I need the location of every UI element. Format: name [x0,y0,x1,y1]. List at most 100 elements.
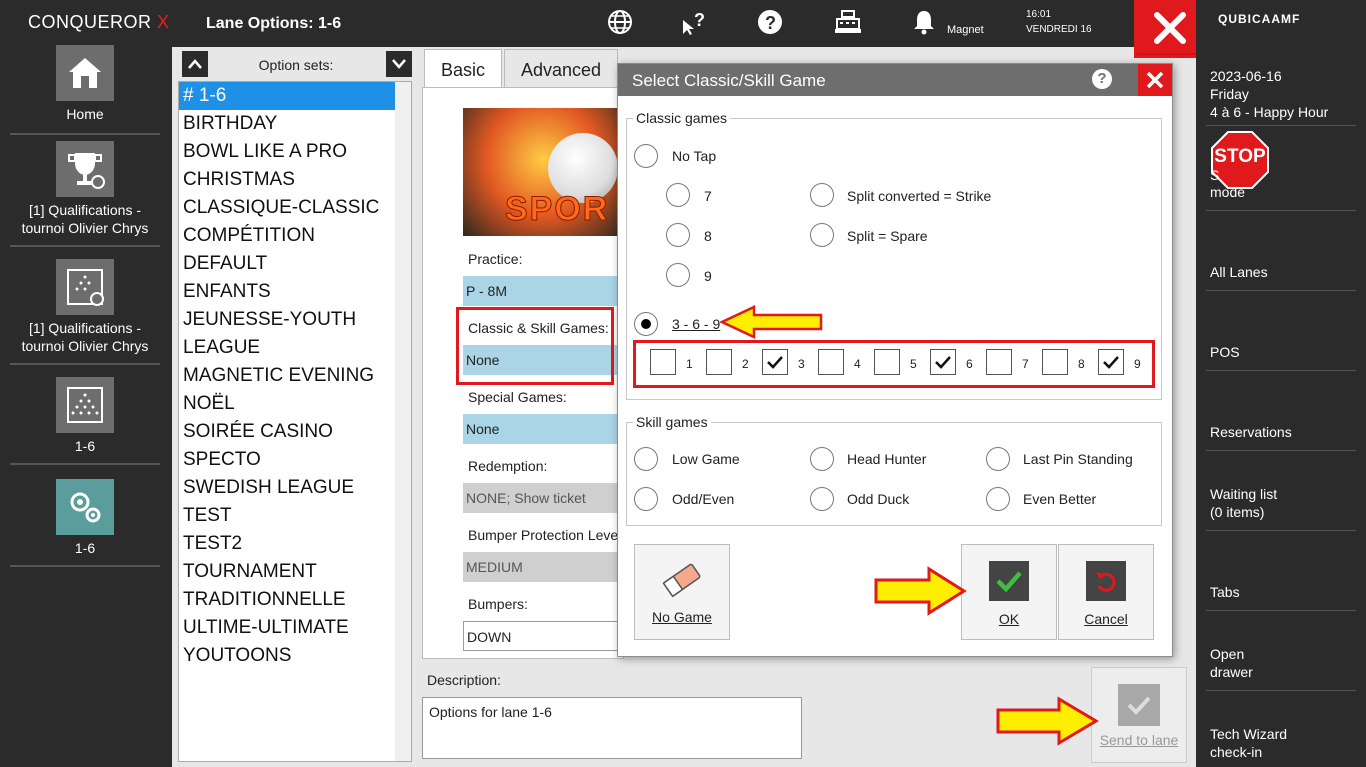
qubica-logo: QUBICAAMF [1218,12,1301,26]
nav-lane-options-1-6[interactable]: 1-6 [10,479,160,567]
divider [1206,530,1356,531]
last-pin-standing-radio[interactable] [986,447,1010,471]
no-game-button[interactable]: No Game [634,544,730,640]
no-tap-8-label: 8 [704,228,712,244]
pos-button[interactable]: POS [1210,343,1240,361]
redemption-label: Redemption: [468,458,548,474]
list-scrollbar[interactable] [395,82,411,761]
list-item[interactable]: MAGNETIC EVENING [179,362,395,390]
description-input[interactable]: Options for lane 1-6 [422,697,802,759]
clock-time: 16:01 [1026,9,1052,20]
session-event: 4 à 6 - Happy Hour [1210,104,1329,120]
waiting-list-count: (0 items) [1210,504,1265,520]
tab-advanced[interactable]: Advanced [504,49,619,88]
three-six-nine-radio[interactable] [634,312,658,336]
list-item[interactable]: ULTIME-ULTIMATE [179,614,395,642]
list-item[interactable]: ENFANTS [179,278,395,306]
no-tap-7-radio[interactable] [666,183,690,207]
list-item[interactable]: DEFAULT [179,250,395,278]
even-better-radio[interactable] [986,487,1010,511]
odd-duck-radio[interactable] [810,487,834,511]
practice-select[interactable]: P - 8M [463,276,623,306]
help-icon[interactable]: ? [756,8,784,36]
list-item[interactable]: CLASSIQUE-CLASSIC [179,194,395,222]
trophy-settings-icon [56,141,114,197]
split-converted-radio[interactable] [810,183,834,207]
bumper-protection-select[interactable]: MEDIUM [463,552,623,582]
redemption-select[interactable]: NONE; Show ticket [463,483,623,513]
nav-lane-1-6[interactable]: 1-6 [10,377,160,465]
highlight-classic-skill-field [456,307,614,385]
check-icon [989,561,1029,601]
left-sidebar: CONQUEROR X Home [1] Qualifications - to… [0,0,172,767]
no-tap-8-radio[interactable] [666,223,690,247]
bumpers-select[interactable]: DOWN [463,621,623,651]
list-item[interactable]: JEUNESSE-YOUTH [179,306,395,334]
open-drawer-button[interactable]: Open [1210,645,1244,663]
nav-home[interactable]: Home [10,45,160,135]
low-game-radio[interactable] [634,447,658,471]
split-spare-radio[interactable] [810,223,834,247]
list-item[interactable]: SOIRÉE CASINO [179,418,395,446]
scroll-up-button[interactable] [182,51,208,77]
dialog-help-button[interactable]: ? [1092,69,1112,89]
all-lanes-button[interactable]: All Lanes [1210,263,1268,281]
dialog-title-bar: Select Classic/Skill Game ? [618,64,1172,96]
context-help-icon[interactable]: ? [680,8,708,36]
brand-logo: CONQUEROR X [28,12,170,32]
list-item[interactable]: TRADITIONNELLE [179,586,395,614]
no-tap-radio[interactable] [634,144,658,168]
divider [1206,610,1356,611]
close-icon [1146,71,1164,89]
divider [1206,210,1356,211]
stop-badge-text: STOP [1214,146,1266,167]
list-item[interactable]: YOUTOONS [179,642,395,670]
nav-tournament-2[interactable]: [1] Qualifications - tournoi Olivier Chr… [10,259,160,365]
practice-label: Practice: [468,251,523,267]
list-item[interactable]: LEAGUE [179,334,395,362]
list-item[interactable]: TOURNAMENT [179,558,395,586]
head-hunter-radio[interactable] [810,447,834,471]
chevron-down-icon [392,59,406,69]
ok-label: OK [998,611,1020,627]
list-item[interactable]: TEST [179,502,395,530]
reservations-button[interactable]: Reservations [1210,423,1292,441]
list-item[interactable]: SWEDISH LEAGUE [179,474,395,502]
list-item[interactable]: # 1-6 [179,82,395,110]
cash-register-icon[interactable] [834,8,862,36]
tab-basic[interactable]: Basic [424,49,503,88]
list-item[interactable]: CHRISTMAS [179,166,395,194]
ok-button[interactable]: OK [961,544,1057,640]
odd-even-radio[interactable] [634,487,658,511]
stop-mode-fragment: S [1210,167,1220,183]
bell-icon[interactable] [910,8,938,36]
no-game-label: No Game [652,609,712,625]
tabs-button[interactable]: Tabs [1210,583,1240,601]
globe-icon[interactable] [606,8,634,36]
tech-wizard-label: check-in [1210,744,1263,760]
classic-games-legend: Classic games [636,110,728,126]
chevron-up-icon [188,59,202,69]
top-bar: Lane Options: 1-6 ? ? Magnet 16:01 VENDR… [172,0,1206,56]
check-icon [1118,684,1160,726]
bumper-protection-label: Bumper Protection Level [468,527,622,543]
cancel-button[interactable]: Cancel [1058,544,1154,640]
special-games-select[interactable]: None [463,414,623,444]
dialog-close-button[interactable] [1138,64,1172,96]
no-tap-9-radio[interactable] [666,263,690,287]
even-better-label: Even Better [1023,491,1097,507]
scroll-down-button[interactable] [386,51,412,77]
odd-duck-label: Odd Duck [847,491,910,507]
send-to-lane-button[interactable]: Send to lane [1091,667,1187,763]
nav-tournament-1[interactable]: [1] Qualifications - tournoi Olivier Chr… [10,141,160,247]
waiting-list-button[interactable]: Waiting list [1210,485,1277,503]
list-item[interactable]: TEST2 [179,530,395,558]
list-item[interactable]: BOWL LIKE A PRO [179,138,395,166]
list-item[interactable]: COMPÉTITION [179,222,395,250]
arrow-pointer-369 [720,305,823,339]
list-item[interactable]: NOËL [179,390,395,418]
tech-wizard-button[interactable]: Tech Wizard [1210,725,1287,743]
arrow-pointer-send [996,696,1099,746]
list-item[interactable]: BIRTHDAY [179,110,395,138]
list-item[interactable]: SPECTO [179,446,395,474]
